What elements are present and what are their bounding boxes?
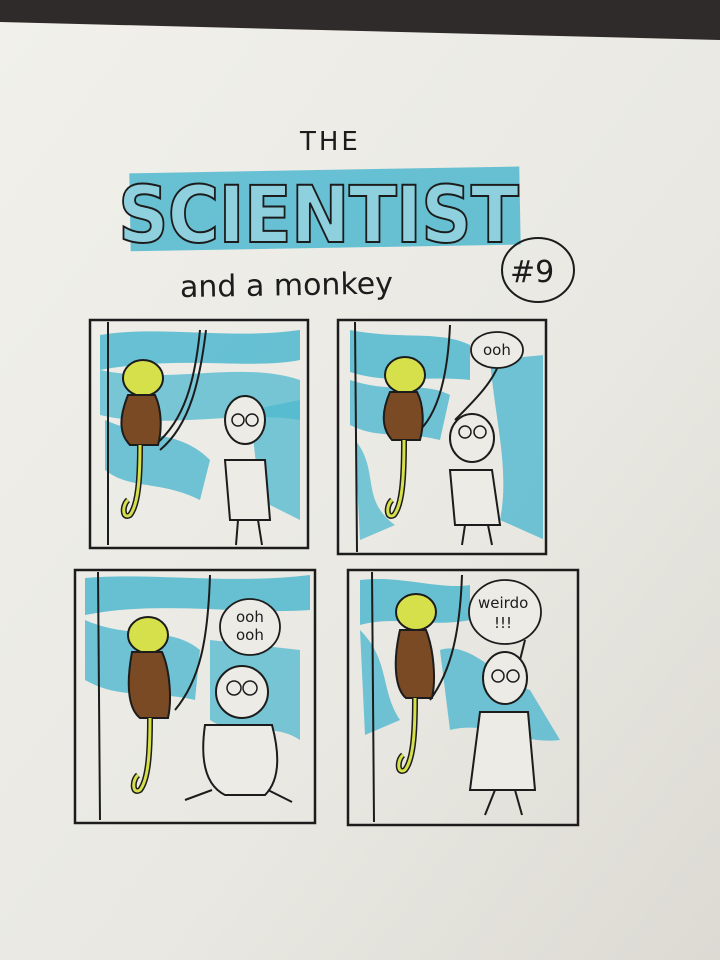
speech-text: ooh	[236, 626, 264, 644]
speech-text: ooh	[236, 608, 264, 626]
speech-bubble: weirdo !!!	[468, 579, 542, 645]
title-scientist: SCIENTIST	[118, 171, 519, 261]
speech-text: ooh	[483, 341, 511, 359]
comic-illustration: THE SCIENTIST and a monkey #9 ooh ooh oo…	[0, 22, 720, 960]
speech-text: weirdo	[478, 594, 528, 612]
sketchbook-page: THE SCIENTIST and a monkey #9 ooh ooh oo…	[0, 0, 720, 960]
speech-bubble: ooh	[470, 331, 524, 369]
issue-number: #9	[510, 255, 554, 290]
title-the: THE	[299, 127, 361, 157]
subtitle: and a monkey	[180, 266, 394, 305]
speech-bubble: ooh ooh	[219, 598, 281, 656]
speech-text: !!!	[494, 614, 512, 632]
